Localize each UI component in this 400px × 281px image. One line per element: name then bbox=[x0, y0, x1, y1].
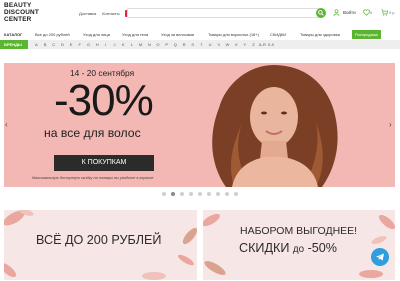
site-logo[interactable]: BEAUTY DISCOUNT CENTER bbox=[4, 2, 39, 23]
brand-letter[interactable]: J bbox=[110, 40, 119, 49]
nav-sale-button[interactable]: Распродажа bbox=[352, 30, 381, 39]
telegram-icon bbox=[376, 253, 384, 261]
brand-letter[interactable]: L bbox=[128, 40, 137, 49]
nav-item-under-200[interactable]: Все до 200 рублей bbox=[35, 32, 70, 37]
promo-discount: -30% bbox=[54, 76, 154, 125]
banner-bundles-subtitle: СКИДКИ до -50% bbox=[239, 241, 337, 255]
nav-item-hair-care[interactable]: Уход за волосами bbox=[161, 32, 194, 37]
nav-item-face-care[interactable]: Уход для лица bbox=[83, 32, 110, 37]
banner-bundles-title: НАБОРОМ ВЫГОДНЕЕ! bbox=[240, 225, 358, 237]
promo-banner-under-200[interactable]: ВСЁ ДО 200 РУБЛЕЙ bbox=[4, 210, 197, 280]
brand-letter[interactable]: G bbox=[84, 40, 93, 49]
brand-letter[interactable]: B bbox=[41, 40, 50, 49]
slider-dot[interactable] bbox=[216, 192, 220, 196]
cart-icon[interactable] bbox=[381, 9, 388, 16]
promo-subtitle: на все для волос bbox=[44, 126, 141, 140]
letter-list: A B C D E F G H I J K L M N O P Q R S T U V W X Y Z A-Я 0-9 bbox=[32, 40, 275, 49]
brand-letter[interactable]: P bbox=[162, 40, 171, 49]
telegram-button[interactable] bbox=[371, 248, 389, 266]
prev-slide-arrow[interactable]: ‹ bbox=[5, 120, 8, 129]
promo-note: Максимальную доступную скидку на товары … bbox=[32, 176, 154, 180]
brand-letter[interactable]: X bbox=[232, 40, 241, 49]
search-button[interactable] bbox=[316, 8, 326, 18]
search-input[interactable] bbox=[127, 8, 320, 18]
brand-letter[interactable]: S bbox=[188, 40, 197, 49]
contacts-link[interactable]: Контакты bbox=[102, 11, 119, 16]
banner-under-200-title: ВСЁ ДО 200 РУБЛЕЙ bbox=[36, 233, 162, 247]
slider-dot[interactable] bbox=[189, 192, 193, 196]
brand-letter[interactable]: O bbox=[154, 40, 163, 49]
promo-banner-bundles[interactable]: НАБОРОМ ВЫГОДНЕЕ! СКИДКИ до -50% bbox=[203, 210, 395, 280]
brand-letter[interactable]: A-Я bbox=[258, 40, 267, 49]
site-header: BEAUTY DISCOUNT CENTER Доставка Контакты… bbox=[0, 0, 400, 30]
brand-letter[interactable]: T bbox=[197, 40, 206, 49]
next-slide-arrow[interactable]: › bbox=[389, 120, 392, 129]
nav-item-adult[interactable]: Товары для взрослых (18+) bbox=[208, 32, 259, 37]
slider-dot[interactable] bbox=[225, 192, 229, 196]
brand-letter[interactable]: E bbox=[67, 40, 76, 49]
shop-now-button[interactable]: К ПОКУПКАМ bbox=[54, 155, 154, 171]
brand-letter[interactable]: Z bbox=[249, 40, 258, 49]
brand-letter[interactable]: H bbox=[93, 40, 102, 49]
nav-item-discounts[interactable]: СКИДКИ bbox=[270, 32, 286, 37]
login-link[interactable]: Войти bbox=[343, 10, 356, 15]
delivery-link[interactable]: Доставка bbox=[79, 11, 96, 16]
brand-letter[interactable]: 0-9 bbox=[267, 40, 276, 49]
slider-dot[interactable] bbox=[162, 192, 166, 196]
brand-letter[interactable]: F bbox=[75, 40, 84, 49]
nav-item-health[interactable]: Товары для здоровья bbox=[300, 32, 340, 37]
search-icon bbox=[318, 10, 324, 16]
brand-letter[interactable]: C bbox=[49, 40, 58, 49]
nav-catalog[interactable]: КАТАЛОГ bbox=[4, 32, 22, 37]
main-nav: КАТАЛОГ Все до 200 рублей Уход для лица … bbox=[0, 30, 400, 39]
brand-letter[interactable]: N bbox=[145, 40, 154, 49]
brand-letter[interactable]: I bbox=[102, 40, 111, 49]
brand-letter[interactable]: M bbox=[136, 40, 145, 49]
brand-letter[interactable]: R bbox=[180, 40, 189, 49]
brand-letter[interactable]: Y bbox=[241, 40, 250, 49]
slider-dot[interactable] bbox=[198, 192, 202, 196]
slider-dot[interactable] bbox=[180, 192, 184, 196]
brand-letter[interactable]: Q bbox=[171, 40, 180, 49]
slider-dot[interactable] bbox=[171, 192, 175, 196]
slider-dot[interactable] bbox=[234, 192, 238, 196]
brands-alphabet-bar: БРЕНДЫ A B C D E F G H I J K L M N O P Q R S T U V W X Y Z A-Я 0-9 bbox=[0, 40, 400, 49]
nav-item-body-care[interactable]: Уход для тела bbox=[122, 32, 148, 37]
brand-letter[interactable]: W bbox=[223, 40, 232, 49]
wishlist-count: 0 bbox=[370, 10, 373, 15]
brand-letter[interactable]: D bbox=[58, 40, 67, 49]
brand-letter[interactable]: A bbox=[32, 40, 41, 49]
cart-total: 0 р bbox=[389, 10, 395, 15]
slider-dot[interactable] bbox=[207, 192, 211, 196]
slider-dots bbox=[0, 192, 400, 196]
brands-label[interactable]: БРЕНДЫ bbox=[0, 40, 28, 49]
brand-letter[interactable]: V bbox=[214, 40, 223, 49]
brand-letter[interactable]: U bbox=[206, 40, 215, 49]
user-icon[interactable] bbox=[333, 9, 340, 16]
brand-letter[interactable]: K bbox=[119, 40, 128, 49]
heart-icon[interactable] bbox=[363, 9, 370, 16]
hero-slide[interactable]: 14 - 20 сентября -30% на все для волос К… bbox=[4, 63, 395, 187]
